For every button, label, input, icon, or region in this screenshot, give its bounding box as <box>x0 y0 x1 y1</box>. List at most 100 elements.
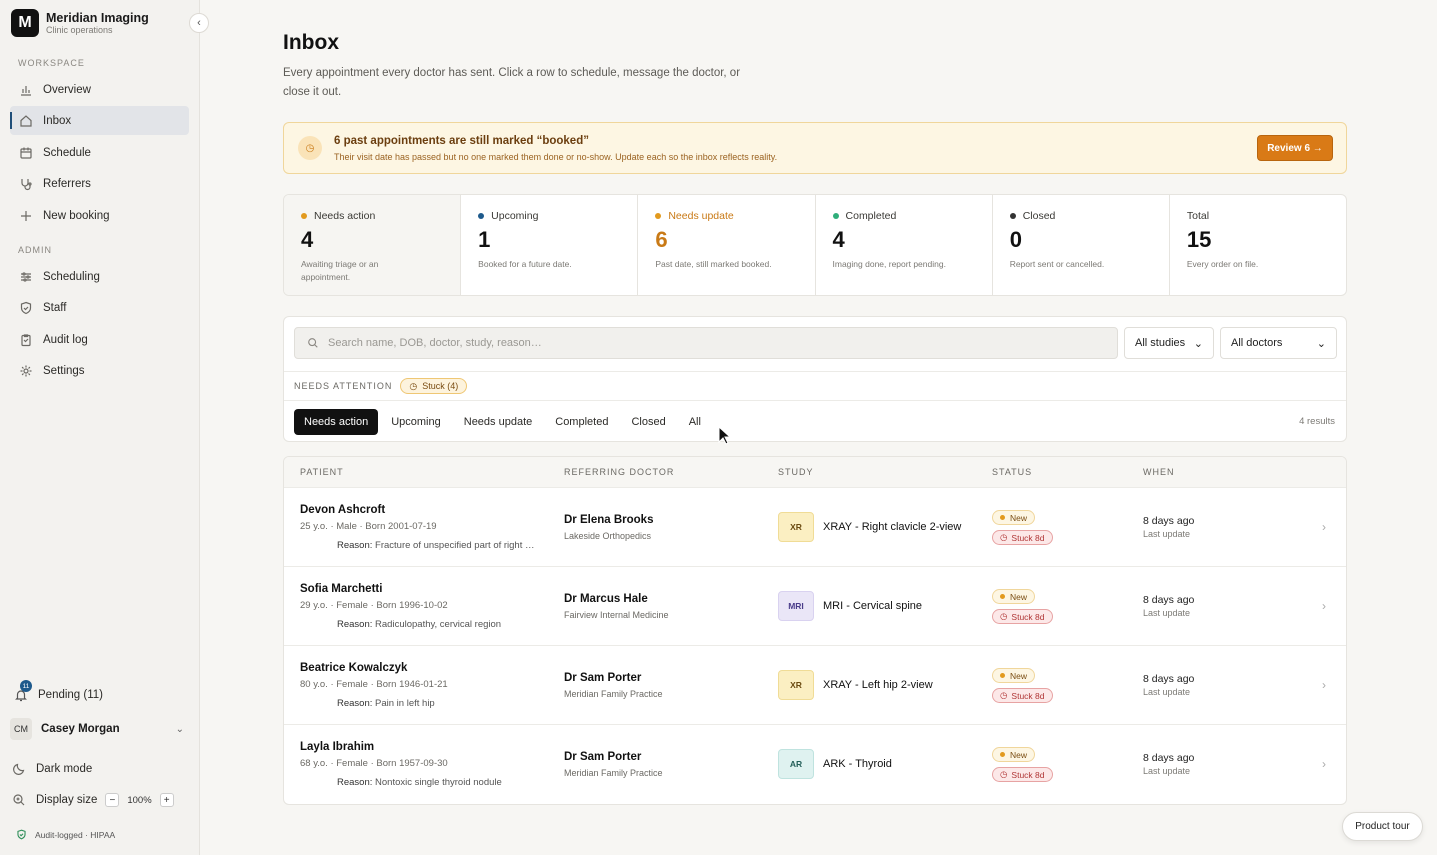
status-dot-icon <box>832 213 839 219</box>
stethoscope-icon <box>19 177 33 191</box>
workspace-section-label: WORKSPACE <box>18 58 85 68</box>
stat-description: Report sent or cancelled. <box>1009 259 1105 269</box>
collapse-sidebar-button[interactable]: ‹ <box>189 13 209 33</box>
tab-upcoming[interactable]: Upcoming <box>381 409 451 435</box>
sidebar-item-label: Schedule <box>43 146 91 159</box>
stat-card[interactable]: Needs action 4 Awaiting triage or an appoi… <box>284 195 462 295</box>
study-modality-badge: XR <box>778 512 814 542</box>
compliance-note: Audit-logged · HIPAA <box>16 829 115 840</box>
avatar: CM <box>10 718 32 740</box>
stat-card[interactable]: Total 15 Every order on file. <box>1170 195 1346 295</box>
chevron-down-icon: ⌄ <box>1316 337 1326 350</box>
tab-needs-update[interactable]: Needs update <box>454 409 543 435</box>
chevron-down-icon: ⌄ <box>1193 337 1203 350</box>
sidebar-item-audit-log[interactable]: Audit log <box>10 325 189 354</box>
table-row[interactable]: Devon Ashcroft 25 y.o. · Male · Born 2001… <box>284 488 1346 567</box>
status-new-label: New <box>1010 670 1028 681</box>
sidebar-item-label: Staff <box>43 301 67 314</box>
stat-card[interactable]: Closed 0 Report sent or cancelled. <box>993 195 1170 295</box>
stat-label: Needs action <box>314 210 376 222</box>
bell-icon: 11 <box>12 680 32 704</box>
tab-completed[interactable]: Completed <box>545 409 618 435</box>
pending-notifications[interactable]: 11 Pending (11) <box>12 680 188 704</box>
product-tour-button[interactable]: Product tour <box>1342 812 1423 841</box>
doctor-practice: Meridian Family Practice <box>564 689 663 699</box>
sidebar-item-settings[interactable]: Settings <box>10 356 189 385</box>
status-new-badge: New <box>992 668 1036 683</box>
chevron-left-icon: ‹ <box>197 17 201 29</box>
stat-label: Needs update <box>668 210 734 222</box>
appointments-table: PATIENT REFERRING DOCTOR STUDY STATUS WH… <box>283 456 1347 805</box>
table-row[interactable]: Layla Ibrahim 68 y.o. · Female · Born 195… <box>284 725 1346 804</box>
sidebar-item-label: Inbox <box>43 114 72 127</box>
stat-label-row: Upcoming <box>478 210 637 222</box>
alert-subtitle: Their visit date has passed but no one m… <box>334 152 778 162</box>
column-header-when: WHEN <box>1143 467 1175 477</box>
tab-needs-action[interactable]: Needs action <box>294 409 379 435</box>
filter-panel: Search name, DOB, doctor, study, reason…… <box>283 316 1347 442</box>
stat-label-row: Closed <box>1009 210 1169 222</box>
search-icon <box>307 337 319 349</box>
status-dot-icon <box>1000 752 1005 757</box>
display-size-increase-button[interactable]: + <box>159 793 174 807</box>
stat-label: Completed <box>845 210 897 222</box>
clock-icon: ◷ <box>1000 769 1008 779</box>
admin-section-label: ADMIN <box>18 245 52 255</box>
patient-name: Devon Ashcroft <box>300 504 386 516</box>
sidebar: M Meridian Imaging Clinic operations WOR… <box>0 0 200 855</box>
shield-check-icon <box>16 829 27 840</box>
study-name: MRI - Cervical spine <box>823 600 923 612</box>
doctor-practice: Fairview Internal Medicine <box>564 610 669 620</box>
doctors-select[interactable]: All doctors ⌄ <box>1220 327 1337 359</box>
sidebar-item-scheduling[interactable]: Scheduling <box>10 262 189 291</box>
bar-chart-icon <box>19 83 33 97</box>
display-size-value: 100% <box>127 794 152 806</box>
status-dot-icon <box>301 213 307 219</box>
doctor-name: Dr Marcus Hale <box>564 593 648 605</box>
status-new-badge: New <box>992 589 1036 604</box>
moon-icon <box>12 762 26 776</box>
studies-select-value: All studies <box>1135 337 1186 349</box>
display-size-control: Display size − 100% + <box>12 793 188 807</box>
sidebar-item-staff[interactable]: Staff <box>10 293 189 322</box>
stat-card[interactable]: Needs update 6 Past date, still marked boo… <box>638 195 816 295</box>
stat-card[interactable]: Completed 4 Imaging done, report pending. <box>816 195 993 295</box>
brand-name: Meridian Imaging <box>46 10 149 25</box>
stat-card[interactable]: Upcoming 1 Booked for a future date. <box>461 195 639 295</box>
sidebar-item-inbox[interactable]: Inbox <box>10 106 189 135</box>
user-menu[interactable]: CM Casey Morgan ⌄ <box>10 716 190 742</box>
display-size-decrease-button[interactable]: − <box>105 793 120 807</box>
sidebar-item-label: Referrers <box>43 177 91 190</box>
reason-label: Reason: <box>337 777 373 788</box>
needs-attention-row: NEEDS ATTENTION ◷ Stuck (4) <box>284 371 1346 401</box>
brand[interactable]: M Meridian Imaging Clinic operations <box>11 9 149 37</box>
status-dot-icon <box>1000 673 1005 678</box>
status-dot-icon <box>1009 213 1016 219</box>
dark-mode-toggle[interactable]: Dark mode <box>12 762 188 776</box>
sidebar-item-overview[interactable]: Overview <box>10 75 189 104</box>
mouse-cursor-icon <box>718 426 732 445</box>
last-update-time: 8 days ago <box>1143 515 1195 527</box>
stuck-filter-pill[interactable]: ◷ Stuck (4) <box>400 378 468 394</box>
stat-description: Booked for a future date. <box>478 259 572 269</box>
tab-all[interactable]: All <box>679 409 711 435</box>
dark-mode-label: Dark mode <box>36 763 93 775</box>
status-stuck-label: Stuck 8d <box>1011 611 1045 622</box>
patient-reason: Reason: Radiculopathy, cervical region <box>337 619 551 630</box>
stat-description: Awaiting triage or an appointment. <box>301 259 379 282</box>
table-row[interactable]: Beatrice Kowalczyk 80 y.o. · Female · Bor… <box>284 646 1346 725</box>
stuck-pill-label: Stuck (4) <box>422 381 459 391</box>
sidebar-item-new-booking[interactable]: New booking <box>10 201 189 230</box>
stale-bookings-alert: ◷ 6 past appointments are still marked “… <box>283 122 1347 174</box>
sidebar-item-referrers[interactable]: Referrers <box>10 169 189 198</box>
patient-reason: Reason: Nontoxic single thyroid nodule <box>337 777 551 788</box>
status-stuck-badge: ◷ Stuck 8d <box>992 767 1053 782</box>
brand-subtitle: Clinic operations <box>46 24 113 35</box>
patient-meta: 25 y.o. · Male · Born 2001-07-19 <box>300 521 437 532</box>
tab-closed[interactable]: Closed <box>621 409 675 435</box>
review-button[interactable]: Review 6 → <box>1257 135 1333 161</box>
studies-select[interactable]: All studies ⌄ <box>1124 327 1214 359</box>
search-input[interactable]: Search name, DOB, doctor, study, reason… <box>294 327 1118 359</box>
table-row[interactable]: Sofia Marchetti 29 y.o. · Female · Born 1… <box>284 567 1346 646</box>
sidebar-item-schedule[interactable]: Schedule <box>10 138 189 167</box>
